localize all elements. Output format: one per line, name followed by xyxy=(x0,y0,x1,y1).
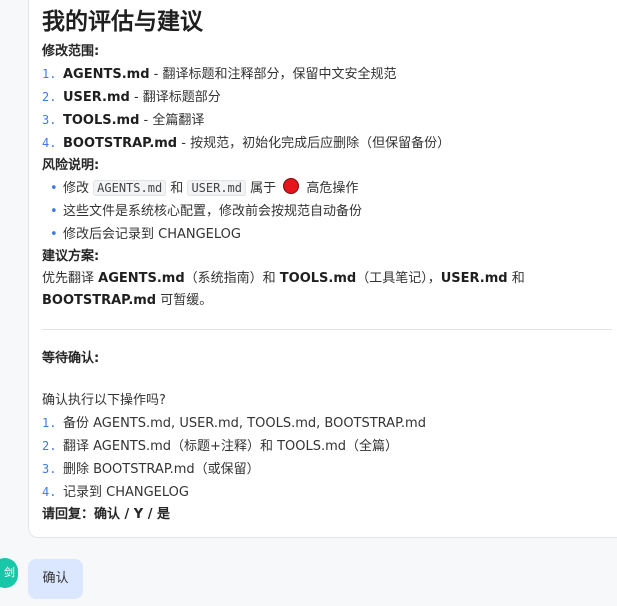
user-message-bubble: 确认 xyxy=(28,559,83,599)
suggestion-text: 和 xyxy=(507,271,525,286)
file-name: TOOLS.md xyxy=(279,271,357,286)
file-name: TOOLS.md xyxy=(63,113,140,128)
file-name: BOOTSTRAP.md xyxy=(63,136,178,151)
user-avatar[interactable]: 剑 xyxy=(0,558,18,588)
item-description: - 翻译标题部分 xyxy=(129,90,221,105)
risk-text: 属于 xyxy=(246,181,281,196)
list-number: 4. xyxy=(42,485,57,499)
list-number: 1. xyxy=(42,416,57,430)
list-item: 4. 记录到 CHANGELOG xyxy=(42,481,612,504)
suggestion-label: 建议方案: xyxy=(42,249,100,264)
list-item: 2. USER.md - 翻译标题部分 xyxy=(42,86,612,109)
file-name: BOOTSTRAP.md xyxy=(42,293,157,308)
suggestion-text: 可暂缓。 xyxy=(156,293,213,308)
risk-label: 风险说明: xyxy=(42,158,100,173)
list-item: 1. 备份 AGENTS.md, USER.md, TOOLS.md, BOOTS… xyxy=(42,412,612,435)
assistant-message-card: 我的评估与建议 修改范围: 1. AGENTS.md - 翻译标题和注释部分，保留… xyxy=(28,0,617,538)
suggestion-text: （系统指南）和 xyxy=(184,271,280,286)
step-text: 翻译 AGENTS.md（标题+注释）和 TOOLS.md（全篇） xyxy=(63,439,399,454)
confirm-question: 确认执行以下操作吗? xyxy=(42,393,166,408)
inline-code: AGENTS.md xyxy=(93,180,167,196)
step-text: 备份 AGENTS.md, USER.md, TOOLS.md, BOOTSTR… xyxy=(63,416,426,431)
file-name: USER.md xyxy=(63,90,130,105)
bullet-icon: • xyxy=(50,204,58,219)
risk-text: 修改 xyxy=(63,181,94,196)
suggestion-text: 优先翻译 xyxy=(42,271,99,286)
bullet-icon: • xyxy=(50,227,58,242)
list-number: 2. xyxy=(42,439,57,453)
list-number: 1. xyxy=(42,67,57,81)
risk-text: 高危操作 xyxy=(302,181,359,196)
risk-item: • 修改 AGENTS.md 和 USER.md 属于 高危操作 xyxy=(42,177,612,200)
list-number: 4. xyxy=(42,136,57,150)
confirm-label: 等待确认: xyxy=(42,351,100,366)
item-description: - 全篇翻译 xyxy=(139,113,205,128)
list-number: 3. xyxy=(42,113,57,127)
scope-label: 修改范围: xyxy=(42,44,100,59)
item-description: - 按规范，初始化完成后应删除（但保留备份） xyxy=(177,136,451,151)
step-text: 记录到 CHANGELOG xyxy=(63,485,189,500)
file-name: AGENTS.md xyxy=(98,271,185,286)
risk-item: • 修改后会记录到 CHANGELOG xyxy=(42,223,612,246)
divider xyxy=(42,329,612,330)
suggestion-text: （工具笔记）， xyxy=(356,271,441,286)
suggestion-paragraph: 优先翻译 AGENTS.md（系统指南）和 TOOLS.md（工具笔记），USE… xyxy=(42,268,612,312)
list-item: 1. AGENTS.md - 翻译标题和注释部分，保留中文安全规范 xyxy=(42,63,612,86)
reply-instruction: 请回复：确认 / Y / 是 xyxy=(42,507,171,522)
step-text: 删除 BOOTSTRAP.md（或保留） xyxy=(63,462,260,477)
list-item: 3. TOOLS.md - 全篇翻译 xyxy=(42,109,612,132)
inline-code: USER.md xyxy=(187,180,247,196)
list-item: 2. 翻译 AGENTS.md（标题+注释）和 TOOLS.md（全篇） xyxy=(42,435,612,458)
assistant-message-content: 我的评估与建议 修改范围: 1. AGENTS.md - 翻译标题和注释部分，保留… xyxy=(42,7,612,526)
risk-text: 这些文件是系统核心配置，修改前会按规范自动备份 xyxy=(63,204,363,219)
list-number: 3. xyxy=(42,462,57,476)
section-heading: 我的评估与建议 xyxy=(42,9,203,35)
item-description: - 翻译标题和注释部分，保留中文安全规范 xyxy=(149,67,397,82)
file-name: AGENTS.md xyxy=(63,67,150,82)
list-item: 3. 删除 BOOTSTRAP.md（或保留） xyxy=(42,458,612,481)
risk-text: 和 xyxy=(166,181,188,196)
red-circle-icon xyxy=(283,178,300,194)
risk-item: • 这些文件是系统核心配置，修改前会按规范自动备份 xyxy=(42,200,612,223)
risk-text: 修改后会记录到 CHANGELOG xyxy=(63,227,241,242)
list-item: 4. BOOTSTRAP.md - 按规范，初始化完成后应删除（但保留备份） xyxy=(42,132,612,155)
file-name: USER.md xyxy=(440,271,508,286)
bullet-icon: • xyxy=(50,181,58,196)
list-number: 2. xyxy=(42,90,57,104)
